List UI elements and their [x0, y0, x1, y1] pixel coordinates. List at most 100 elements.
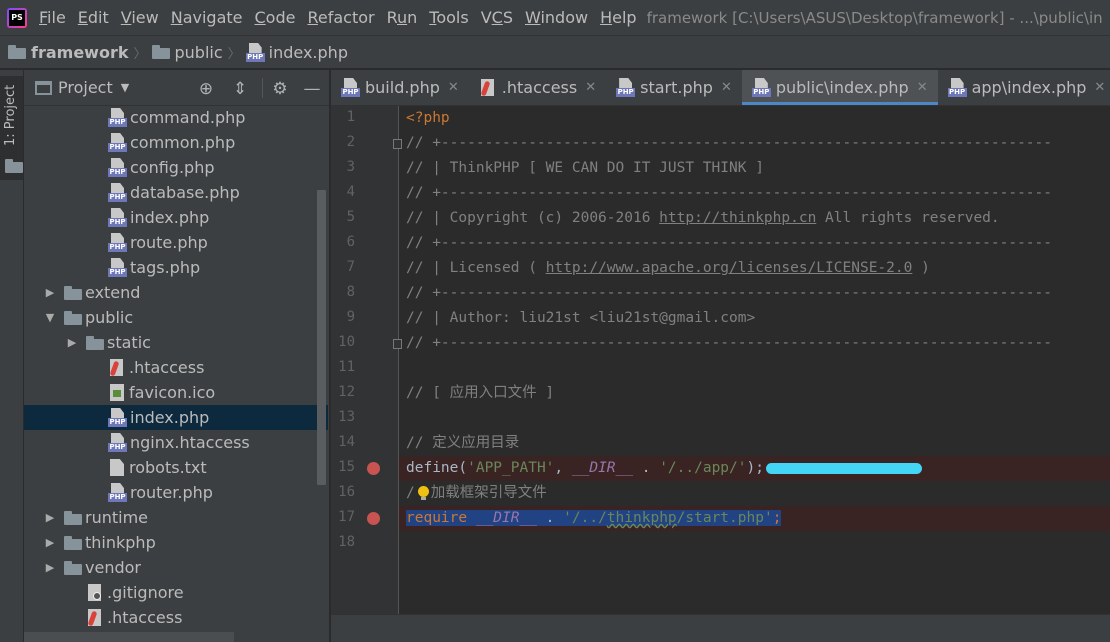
chevron-right-icon: 〉 [133, 46, 147, 62]
tree-file[interactable]: PHP route.php [24, 230, 328, 255]
gear-icon[interactable]: ⚙ [270, 79, 290, 99]
close-icon[interactable]: ✕ [448, 80, 459, 95]
tree-file[interactable]: favicon.ico [24, 380, 328, 405]
hide-panel-icon[interactable]: — [302, 79, 322, 99]
editor-tab[interactable]: PHP app\index.php ✕ [938, 70, 1110, 105]
menu-help[interactable]: Help [594, 0, 642, 36]
menu-navigate[interactable]: Navigate [165, 0, 249, 36]
close-icon[interactable]: ✕ [721, 80, 732, 95]
license-link[interactable]: http://www.apache.org/licenses/LICENSE-2… [546, 260, 913, 276]
code-line-5[interactable]: // | Copyright (c) 2006-2016 http://thin… [399, 206, 1110, 231]
menu-window[interactable]: Window [519, 0, 594, 36]
php-file-icon: PHP [108, 483, 127, 502]
tree-folder[interactable]: ▶ runtime [24, 505, 328, 530]
code-line-8[interactable]: // +------------------------------------… [399, 281, 1110, 306]
text-file-icon [108, 459, 126, 476]
folder-icon [86, 335, 104, 350]
collapsed-arrow-icon[interactable]: ▶ [44, 561, 56, 574]
menu-refactor[interactable]: Refactor [301, 0, 380, 36]
breakpoint-icon[interactable] [367, 462, 380, 475]
locate-target-icon[interactable]: ⊕ [196, 79, 216, 99]
close-icon[interactable]: ✕ [585, 80, 596, 95]
line-number: 6 [346, 234, 355, 250]
project-view-selector[interactable]: Project [58, 78, 113, 97]
folder-icon [8, 45, 26, 59]
menu-code[interactable]: Code [249, 0, 302, 36]
code-line-17[interactable]: require __DIR__ . '/../thinkphp/start.ph… [399, 506, 1110, 531]
php-file-icon: PHP [108, 233, 127, 252]
tree-folder[interactable]: ▶ extend [24, 280, 328, 305]
code-line-11[interactable] [399, 356, 1110, 381]
close-icon[interactable]: ✕ [1094, 80, 1105, 95]
code-line-14[interactable]: // 定义应用目录 [399, 431, 1110, 456]
horizontal-scrollbar[interactable] [24, 632, 234, 642]
tree-file[interactable]: .htaccess [24, 355, 328, 380]
tree-file[interactable]: PHP database.php [24, 180, 328, 205]
menu-file[interactable]: File [33, 0, 72, 36]
code-line-12[interactable]: // [ 应用入口文件 ] [399, 381, 1110, 406]
collapsed-arrow-icon[interactable]: ▶ [44, 511, 56, 524]
tree-item-label: nginx.htaccess [130, 433, 250, 452]
tree-folder[interactable]: ▶ static [24, 330, 328, 355]
collapsed-arrow-icon[interactable]: ▶ [66, 336, 78, 349]
tree-folder[interactable]: ▼ public [24, 305, 328, 330]
menu-edit[interactable]: Edit [72, 0, 115, 36]
code-line-3[interactable]: // | ThinkPHP [ WE CAN DO IT JUST THINK … [399, 156, 1110, 181]
left-tool-strip: 1: Project [0, 70, 24, 642]
code-line-2[interactable]: // +------------------------------------… [399, 131, 1110, 156]
tree-file[interactable]: PHP index.php [24, 405, 328, 430]
menu-run[interactable]: Run [381, 0, 424, 36]
code-line-10[interactable]: // +------------------------------------… [399, 331, 1110, 356]
editor-tab[interactable]: PHP public\index.php ✕ [741, 70, 938, 105]
phpstorm-logo-icon: PS [7, 7, 27, 28]
project-tool-window-button[interactable]: 1: Project [0, 76, 23, 180]
code-line-16[interactable]: / 加载框架引导文件 [399, 481, 1110, 506]
tree-file[interactable]: robots.txt [24, 455, 328, 480]
editor-tab[interactable]: PHP build.php ✕ [331, 70, 469, 105]
breakpoint-icon[interactable] [367, 512, 380, 525]
expanded-arrow-icon[interactable]: ▼ [44, 311, 56, 324]
tree-file[interactable]: PHP tags.php [24, 255, 328, 280]
breadcrumb-item-framework[interactable]: framework [8, 43, 128, 62]
collapsed-arrow-icon[interactable]: ▶ [44, 286, 56, 299]
menu-vcs[interactable]: VCS [475, 0, 519, 36]
code-line-9[interactable]: // | Author: liu21st <liu21st@gmail.com> [399, 306, 1110, 331]
scrollbar-thumb[interactable] [317, 190, 326, 485]
tree-file[interactable]: PHP config.php [24, 155, 328, 180]
tab-label: public\index.php [775, 78, 909, 97]
tree-file[interactable]: .gitignore [24, 580, 328, 605]
tree-file[interactable]: PHP common.php [24, 130, 328, 155]
code-editor[interactable]: 1 2 3 4 5 6 7 8 9 10 11 12 13 14 15 16 17 18 <?php // +--… [331, 106, 1110, 614]
tree-folder[interactable]: ▶ thinkphp [24, 530, 328, 555]
tree-file[interactable]: PHP index.php [24, 205, 328, 230]
breadcrumb-item-index-php[interactable]: PHP index.php [245, 42, 348, 62]
breadcrumb-item-public[interactable]: public [151, 43, 223, 62]
code-line-1[interactable]: <?php [399, 106, 1110, 131]
php-file-icon: PHP [108, 433, 127, 452]
line-number: 17 [338, 509, 355, 525]
code-line-15[interactable]: define('APP_PATH', __DIR__ . '/../app/')… [399, 456, 1110, 481]
tree-file[interactable]: PHP command.php [24, 105, 328, 130]
code-line-18[interactable] [399, 531, 1110, 556]
copyright-link[interactable]: http://thinkphp.cn [659, 210, 816, 226]
close-icon[interactable]: ✕ [917, 80, 928, 95]
code-line-4[interactable]: // +------------------------------------… [399, 181, 1110, 206]
line-number: 15 [338, 459, 355, 475]
code-line-7[interactable]: // | Licensed ( http://www.apache.org/li… [399, 256, 1110, 281]
code-line-6[interactable]: // +------------------------------------… [399, 231, 1110, 256]
editor-tab[interactable]: .htaccess ✕ [469, 70, 606, 105]
collapsed-arrow-icon[interactable]: ▶ [44, 536, 56, 549]
tree-file[interactable]: .htaccess [24, 605, 328, 630]
editor-gutter[interactable]: 1 2 3 4 5 6 7 8 9 10 11 12 13 14 15 16 17 18 [331, 106, 402, 614]
collapse-all-icon[interactable]: ⇕ [230, 79, 250, 99]
php-file-icon: PHP [947, 78, 967, 97]
code-line-13[interactable] [399, 406, 1110, 431]
tree-file[interactable]: PHP nginx.htaccess [24, 430, 328, 455]
editor-tab[interactable]: PHP start.php ✕ [606, 70, 742, 105]
lightbulb-icon[interactable] [417, 486, 429, 500]
tree-file[interactable]: PHP router.php [24, 480, 328, 505]
chevron-down-icon[interactable]: ▼ [121, 81, 129, 94]
menu-tools[interactable]: Tools [423, 0, 474, 36]
tree-folder[interactable]: ▶ vendor [24, 555, 328, 580]
menu-view[interactable]: View [115, 0, 165, 36]
